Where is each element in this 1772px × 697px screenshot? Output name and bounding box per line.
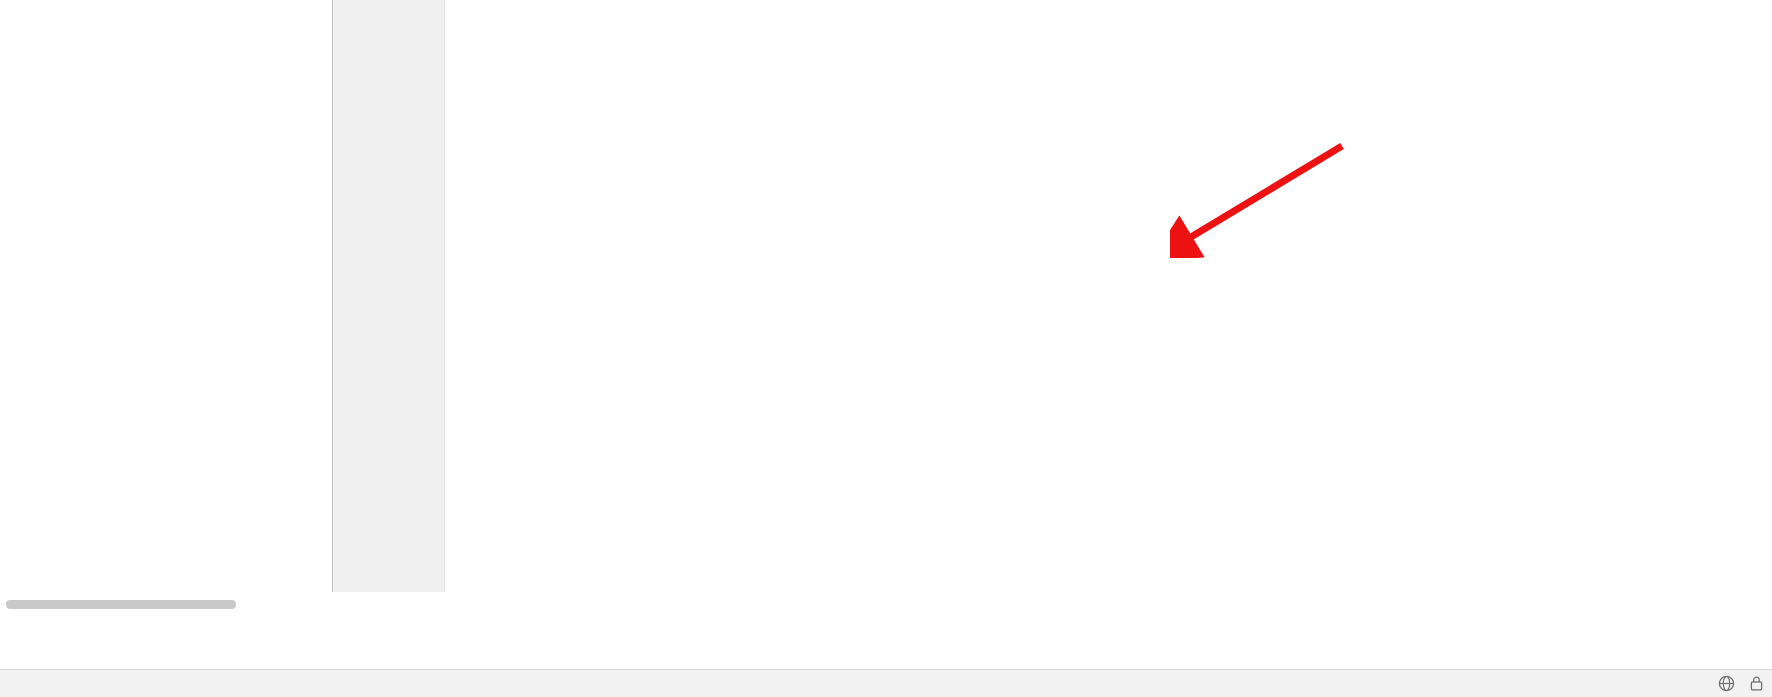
editor-bottom-area	[333, 592, 1772, 670]
status-bar-right-group	[1718, 675, 1764, 692]
tree-bottom-area	[0, 592, 333, 670]
tree-horizontal-scrollbar[interactable]	[6, 600, 236, 609]
status-bar[interactable]	[0, 669, 1772, 697]
code-editor[interactable]	[333, 0, 1772, 592]
globe-icon[interactable]	[1718, 675, 1735, 692]
gutter-separator	[444, 0, 445, 592]
editor-gutter[interactable]	[333, 0, 445, 592]
ide-window	[0, 0, 1772, 697]
lock-icon[interactable]	[1749, 675, 1764, 692]
project-tool-window[interactable]	[0, 0, 333, 592]
